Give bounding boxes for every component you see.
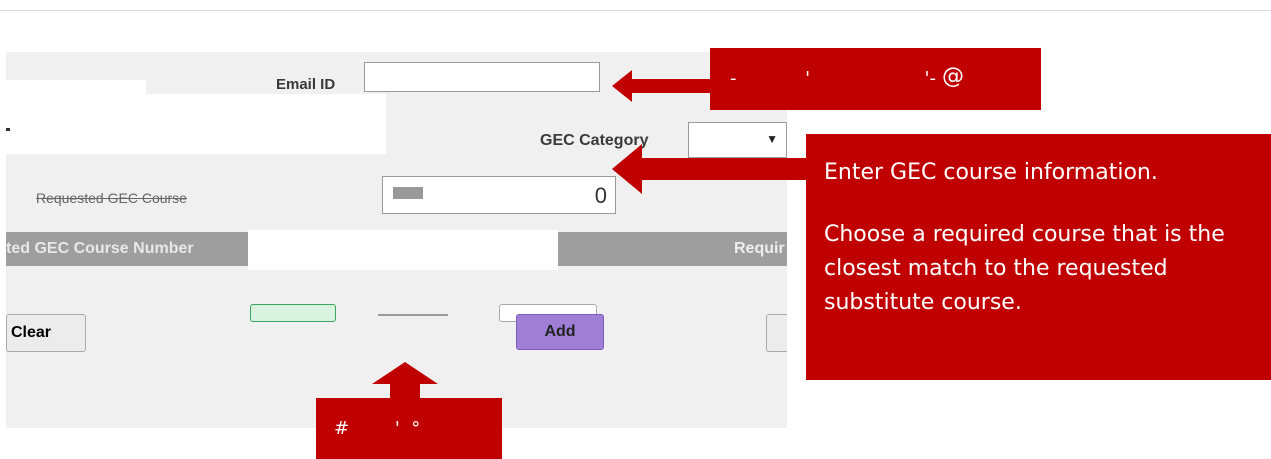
- requested-course-label: Requested GEC Course: [36, 190, 187, 206]
- callout-line-2: Choose a required course that is the clo…: [824, 222, 1225, 315]
- top-divider: [0, 10, 1271, 11]
- arrow-left-icon: [612, 70, 712, 102]
- callout-line-1: Enter GEC course information.: [824, 160, 1158, 185]
- bottom-callout-text: # ' °: [334, 418, 421, 439]
- bottom-callout: # ' °: [316, 398, 502, 459]
- clear-button[interactable]: Clear: [6, 314, 86, 352]
- dropdown-edge: [6, 128, 10, 131]
- email-field[interactable]: [364, 62, 600, 92]
- required-label: Requir: [734, 240, 785, 257]
- arrow-left-icon: [612, 144, 812, 194]
- requested-course-field[interactable]: 0: [382, 176, 616, 214]
- top-callout-symbol: @: [942, 64, 964, 89]
- extra-button[interactable]: [766, 314, 787, 352]
- clear-label: Clear: [11, 324, 52, 341]
- course-number-field[interactable]: [248, 230, 558, 270]
- add-button[interactable]: Add: [516, 314, 604, 350]
- email-label: Email ID: [276, 76, 336, 93]
- main-callout: Enter GEC course information. Choose a r…: [806, 134, 1271, 380]
- course-number-label: ted GEC Course Number: [6, 240, 194, 257]
- masked-area: [6, 94, 386, 154]
- field-cursor: 0: [594, 183, 607, 208]
- field-glyph: [393, 187, 423, 199]
- arrow-up-icon: [372, 362, 438, 400]
- top-callout: - ' '- @: [710, 48, 1041, 110]
- add-label: Add: [544, 323, 576, 340]
- green-button[interactable]: [250, 304, 336, 322]
- separator: [378, 314, 448, 316]
